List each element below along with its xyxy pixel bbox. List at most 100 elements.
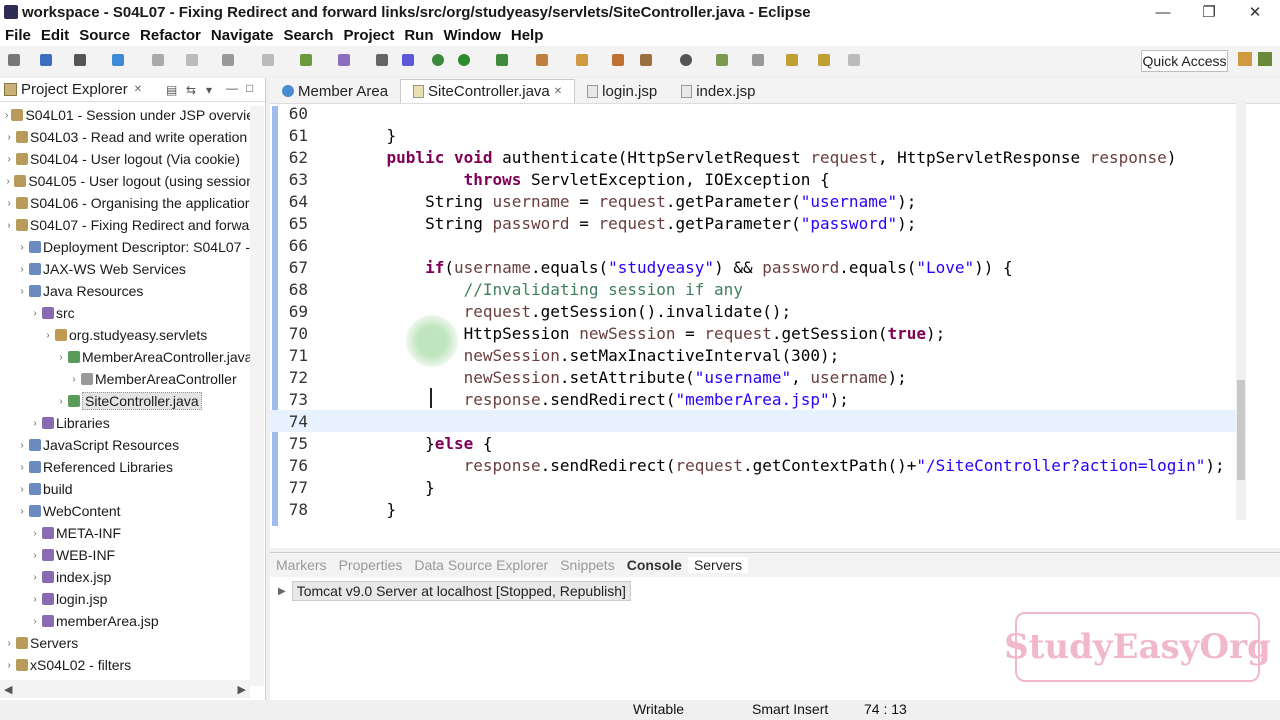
menu-search[interactable]: Search — [278, 27, 338, 44]
tree-twisty-icon[interactable]: › — [4, 154, 14, 165]
tree-twisty-icon[interactable]: › — [30, 528, 40, 539]
tree-item[interactable]: › xS04L02 - filters — [0, 654, 254, 676]
tree-twisty-icon[interactable]: › — [4, 110, 9, 121]
menu-project[interactable]: Project — [338, 27, 399, 44]
new-icon[interactable] — [8, 54, 20, 66]
tree-twisty-icon[interactable]: › — [17, 440, 27, 451]
run-debug-icon[interactable] — [432, 54, 444, 66]
tab-sitecontroller[interactable]: SiteController.java ✕ — [400, 79, 576, 103]
tree-twisty-icon[interactable]: › — [30, 616, 40, 627]
tab-member-area[interactable]: Member Area — [270, 79, 400, 103]
close-button[interactable]: ✕ — [1232, 0, 1278, 24]
tree-item[interactable]: › Deployment Descriptor: S04L07 - — [0, 236, 254, 258]
menu-navigate[interactable]: Navigate — [206, 27, 279, 44]
step-icon[interactable] — [222, 54, 234, 66]
code-line[interactable]: 67 if(username.equals("studyeasy") && pa… — [270, 256, 1240, 278]
search-icon[interactable] — [716, 54, 728, 66]
menu-run[interactable]: Run — [399, 27, 438, 44]
project-explorer-tab[interactable]: Project Explorer ✕ ▤ ⇆ ▾ — □ — [0, 78, 265, 102]
tree-twisty-icon[interactable]: › — [4, 660, 14, 671]
project-explorer-hscrollbar[interactable]: ◀ ▶ — [0, 680, 250, 698]
tab-login-jsp[interactable]: login.jsp — [575, 79, 669, 103]
tree-item[interactable]: › META-INF — [0, 522, 254, 544]
run-icon[interactable] — [458, 54, 470, 66]
menu-help[interactable]: Help — [506, 27, 549, 44]
coverage-icon[interactable] — [496, 54, 508, 66]
annotation-icon[interactable] — [752, 54, 764, 66]
tree-item[interactable]: › SiteController.java — [0, 390, 254, 412]
tree-item[interactable]: › S04L06 - Organising the applicatior — [0, 192, 254, 214]
tree-twisty-icon[interactable]: › — [17, 484, 27, 495]
code-line[interactable]: 75 }else { — [270, 432, 1240, 454]
forward-icon[interactable] — [818, 54, 830, 66]
menu-window[interactable]: Window — [439, 27, 506, 44]
tree-item[interactable]: › MemberAreaController — [0, 368, 254, 390]
tree-item[interactable]: › Java Resources — [0, 280, 254, 302]
link-editor-icon[interactable]: ⇆ — [186, 83, 196, 97]
maximize-view-icon[interactable]: □ — [246, 81, 253, 95]
tree-twisty-icon[interactable]: › — [56, 352, 66, 363]
new-java-project-icon[interactable] — [576, 54, 588, 66]
tree-twisty-icon[interactable]: › — [4, 638, 14, 649]
code-line[interactable]: 78 } — [270, 498, 1240, 520]
code-line[interactable]: 60 — [270, 102, 1240, 124]
web-browser-icon[interactable] — [680, 54, 692, 66]
tree-item[interactable]: › login.jsp — [0, 588, 254, 610]
tree-item[interactable]: › build — [0, 478, 254, 500]
tree-twisty-icon[interactable]: › — [4, 220, 14, 231]
tab-data-source-explorer[interactable]: Data Source Explorer — [408, 557, 554, 573]
tree-twisty-icon[interactable]: › — [30, 572, 40, 583]
tree-twisty-icon[interactable]: › — [4, 132, 14, 143]
tab-properties[interactable]: Properties — [333, 557, 409, 573]
tree-twisty-icon[interactable]: › — [30, 418, 40, 429]
tree-twisty-icon[interactable]: › — [30, 550, 40, 561]
close-icon[interactable]: ✕ — [134, 84, 142, 95]
menu-source[interactable]: Source — [74, 27, 135, 44]
tree-item[interactable]: › JavaScript Resources — [0, 434, 254, 456]
tree-twisty-icon[interactable]: › — [30, 308, 40, 319]
print-icon[interactable] — [74, 54, 86, 66]
code-line[interactable]: 69 request.getSession().invalidate(); — [270, 300, 1240, 322]
code-line[interactable]: 66 — [270, 234, 1240, 256]
code-line[interactable]: 72 newSession.setAttribute("username", u… — [270, 366, 1240, 388]
tree-twisty-icon[interactable]: › — [4, 176, 12, 187]
settings-icon[interactable] — [376, 54, 388, 66]
tab-markers[interactable]: Markers — [270, 557, 333, 573]
perspective-icon[interactable] — [1238, 52, 1252, 66]
minimize-view-icon[interactable]: — — [226, 81, 238, 95]
terminal-icon[interactable] — [112, 54, 124, 66]
code-line[interactable]: 62 public void authenticate(HttpServletR… — [270, 146, 1240, 168]
editor-scroll-thumb[interactable] — [1237, 380, 1245, 480]
tree-twisty-icon[interactable]: › — [17, 286, 27, 297]
menu-edit[interactable]: Edit — [36, 27, 74, 44]
view-menu-icon[interactable]: ▾ — [206, 83, 212, 97]
quick-access-input[interactable]: Quick Access — [1141, 50, 1228, 72]
code-line[interactable]: 73 response.sendRedirect("memberArea.jsp… — [270, 388, 1240, 410]
editor-scrollbar[interactable] — [1236, 100, 1246, 520]
external-tools-icon[interactable] — [536, 54, 548, 66]
code-line[interactable]: 63 throws ServletException, IOException … — [270, 168, 1240, 190]
tab-snippets[interactable]: Snippets — [554, 557, 620, 573]
code-line[interactable]: 77 } — [270, 476, 1240, 498]
code-line[interactable]: 61 } — [270, 124, 1240, 146]
tab-servers[interactable]: Servers — [687, 557, 749, 573]
code-line[interactable]: 76 response.sendRedirect(request.getCont… — [270, 454, 1240, 476]
tree-twisty-icon[interactable]: › — [69, 374, 79, 385]
new-package-icon[interactable] — [612, 54, 624, 66]
menu-refactor[interactable]: Refactor — [135, 27, 206, 44]
collapse-all-icon[interactable]: ▤ — [166, 83, 177, 97]
expand-arrow-icon[interactable]: ▶ — [278, 586, 286, 597]
scroll-right-icon[interactable]: ▶ — [238, 683, 246, 696]
tree-item[interactable]: › index.jsp — [0, 566, 254, 588]
open-type-icon[interactable] — [640, 54, 652, 66]
scroll-left-icon[interactable]: ◀ — [4, 683, 12, 696]
tree-item[interactable]: › Servers — [0, 632, 254, 654]
code-line[interactable]: 74 — [270, 410, 1240, 432]
java-ee-perspective-icon[interactable] — [1258, 52, 1272, 66]
step-over-icon[interactable] — [262, 54, 274, 66]
tree-item[interactable]: › S04L03 - Read and write operation — [0, 126, 254, 148]
maximize-button[interactable]: ❐ — [1186, 0, 1232, 24]
tree-item[interactable]: › S04L04 - User logout (Via cookie) — [0, 148, 254, 170]
debug-icon[interactable] — [338, 54, 350, 66]
tree-twisty-icon[interactable]: › — [17, 242, 27, 253]
